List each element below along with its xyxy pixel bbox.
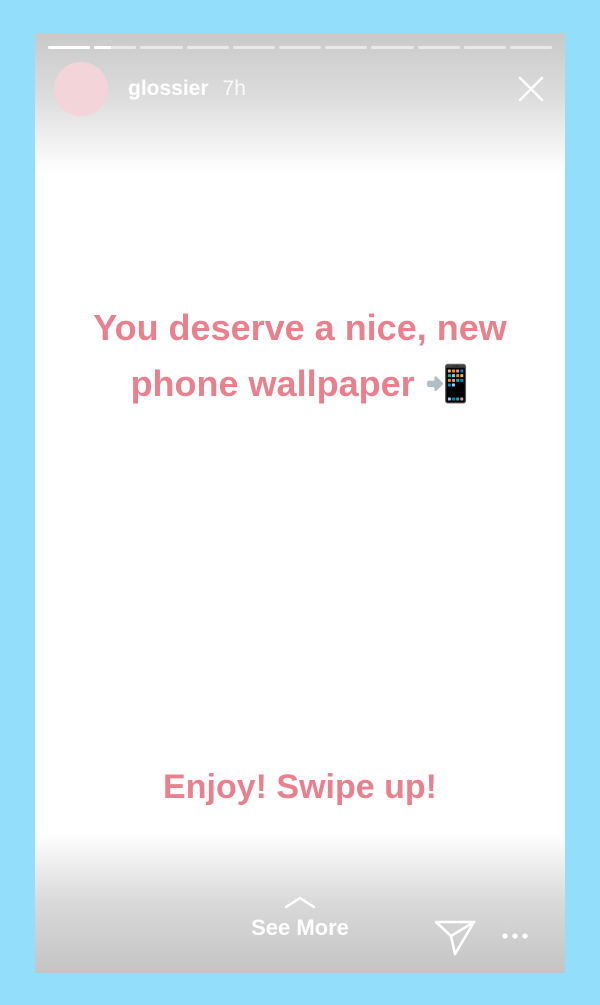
story-headline: You deserve a nice, new phone wallpaper … xyxy=(35,300,565,412)
headline-line-1: You deserve a nice, new xyxy=(93,307,507,348)
chevron-up-icon xyxy=(284,896,316,909)
story-progress-bar xyxy=(48,46,553,49)
avatar[interactable] xyxy=(54,62,108,116)
see-more-button[interactable]: See More xyxy=(225,895,375,941)
story-header: glossier 7h xyxy=(54,62,246,116)
headline-line-2: phone wallpaper 📲 xyxy=(130,363,470,404)
username[interactable]: glossier xyxy=(128,77,209,101)
progress-segment-fill xyxy=(94,46,112,49)
see-more-label: See More xyxy=(251,915,349,940)
close-icon[interactable] xyxy=(517,75,545,103)
progress-segment-fill xyxy=(48,46,91,49)
more-options-icon[interactable] xyxy=(500,926,530,946)
progress-segment xyxy=(232,46,275,49)
paper-plane-icon[interactable] xyxy=(433,917,477,957)
progress-segment xyxy=(186,46,229,49)
progress-segment xyxy=(94,46,137,49)
progress-segment xyxy=(325,46,368,49)
story-viewer[interactable]: glossier 7h You deserve a nice, new phon… xyxy=(35,33,565,973)
progress-segment xyxy=(463,46,506,49)
progress-segment xyxy=(278,46,322,49)
progress-segment xyxy=(417,46,460,49)
progress-segment xyxy=(48,46,91,49)
progress-segment xyxy=(509,46,553,49)
progress-segment xyxy=(371,46,414,49)
swipe-up-cta: Enjoy! Swipe up! xyxy=(163,768,437,806)
progress-segment xyxy=(140,46,183,49)
timestamp: 7h xyxy=(222,77,246,100)
